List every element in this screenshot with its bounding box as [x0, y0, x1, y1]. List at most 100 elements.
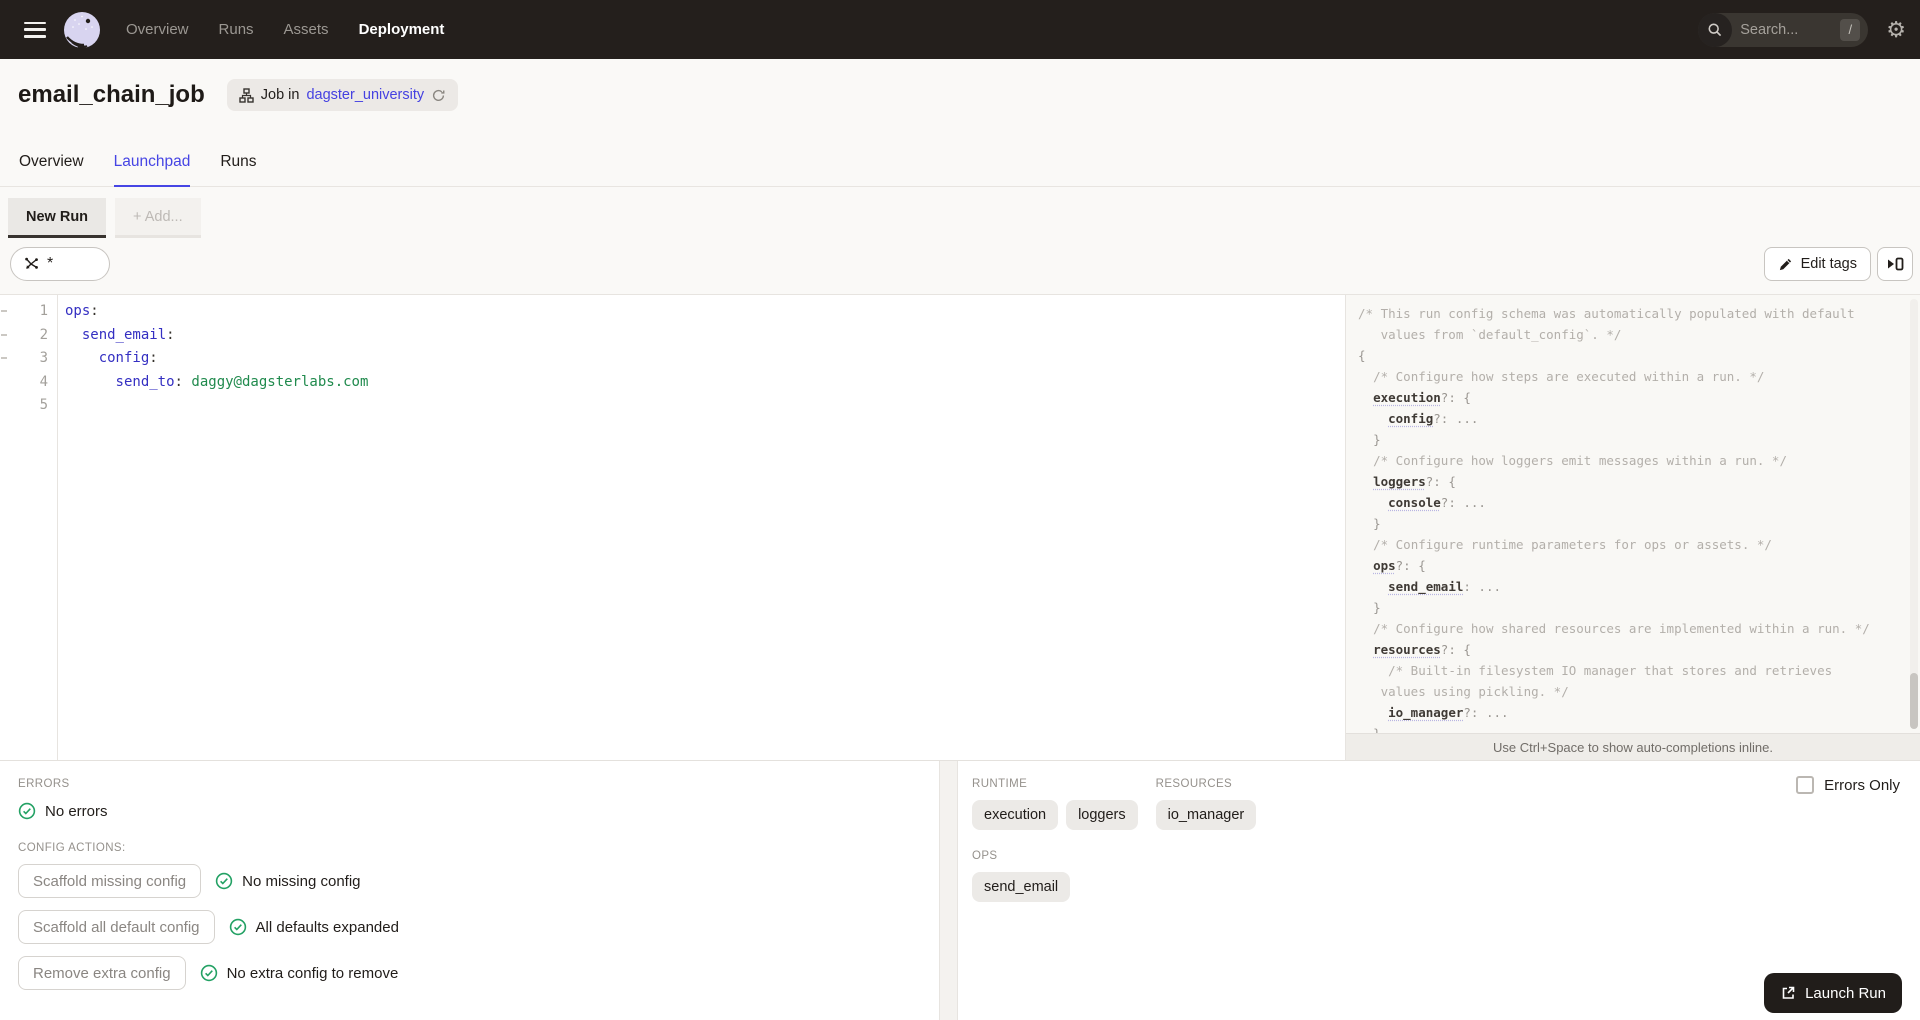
config-schema-panel: /* This run config schema was automatica…: [1345, 294, 1920, 760]
op-selector-input[interactable]: *: [10, 247, 110, 281]
schema-comment: /* Configure how steps are executed with…: [1373, 369, 1765, 384]
chip-loggers[interactable]: loggers: [1066, 800, 1138, 830]
code-token: :: [149, 350, 158, 366]
tab-overview[interactable]: Overview: [19, 147, 84, 187]
schema-scrollbar-track[interactable]: [1910, 299, 1918, 728]
status-text: No extra config to remove: [226, 964, 399, 982]
schema-token: }: [1373, 516, 1381, 531]
chip-row: io_manager: [1155, 800, 1257, 830]
schema-key: ops: [1373, 558, 1396, 573]
check-circle-icon: [229, 918, 247, 936]
scaffold-missing-config-button[interactable]: Scaffold missing config: [18, 864, 202, 898]
status-text: All defaults expanded: [255, 918, 399, 936]
chip-send_email[interactable]: send_email: [972, 872, 1071, 902]
tab-add-session[interactable]: + Add...: [115, 198, 201, 238]
config-actions-label: CONFIG ACTIONS:: [18, 842, 126, 854]
expand-panel-button[interactable]: [1877, 247, 1913, 281]
errors-label: ERRORS: [18, 778, 70, 790]
tab-new-run[interactable]: New Run: [8, 198, 107, 238]
panel-splitter-handle[interactable]: [939, 761, 958, 1020]
schema-token: ?: {: [1425, 474, 1456, 489]
schema-comment: /* Configure how loggers emit messages w…: [1373, 453, 1787, 468]
edit-tags-button[interactable]: Edit tags: [1763, 247, 1871, 281]
bottom-panel: ERRORS No errors CONFIG ACTIONS: Scaffol…: [0, 760, 1920, 1020]
search-input[interactable]: Search... /: [1698, 12, 1869, 47]
schema-line: /* Configure how steps are executed with…: [1358, 366, 1904, 387]
schema-key: console: [1388, 495, 1441, 510]
schema-line: }: [1358, 597, 1904, 618]
repo-link[interactable]: dagster_university: [306, 87, 424, 103]
gear-icon[interactable]: ⚙: [1886, 18, 1906, 41]
search-shortcut-badge: /: [1840, 18, 1861, 41]
line-number: 2: [39, 326, 48, 343]
schema-comment: /* This run config schema was automatica…: [1358, 306, 1855, 321]
schema-line: /* Configure runtime parameters for ops …: [1358, 534, 1904, 555]
errors-and-actions-panel: ERRORS No errors CONFIG ACTIONS: Scaffol…: [0, 761, 939, 1020]
tab-launchpad[interactable]: Launchpad: [113, 147, 191, 187]
chip-execution[interactable]: execution: [972, 800, 1059, 830]
schema-code: /* This run config schema was automatica…: [1358, 303, 1904, 744]
schema-token: ?: {: [1440, 390, 1471, 405]
group-ops: OPS send_email: [972, 850, 1906, 902]
nav-item-overview[interactable]: Overview: [126, 21, 189, 38]
ops-label: OPS: [972, 850, 998, 862]
check-circle-icon: [18, 802, 36, 820]
schema-token: ?: ...: [1440, 495, 1486, 510]
editor-line-numbers: 1 2 3 4 5: [0, 300, 48, 418]
gutter-divider: [57, 295, 58, 760]
schema-line: send_email: ...: [1358, 576, 1904, 597]
schema-token: [1358, 432, 1373, 447]
chip-io_manager[interactable]: io_manager: [1155, 800, 1257, 830]
schema-comment: values from `default_config`. */: [1358, 327, 1622, 342]
config-action-status: No extra config to remove: [200, 964, 399, 982]
chip-row: send_email: [972, 872, 1906, 902]
session-tabs: New Run + Add...: [8, 198, 201, 238]
scaffold-all-default-config-button[interactable]: Scaffold all default config: [18, 910, 215, 944]
schema-scrollbar-thumb[interactable]: [1910, 673, 1918, 729]
config-action-row: Remove extra config No extra config to re…: [18, 956, 921, 990]
config-editor[interactable]: 12345 ops: send_email: config: send_to: dag…: [0, 294, 1345, 760]
launch-run-button[interactable]: Launch Run: [1764, 973, 1902, 1013]
schema-line: values using pickling. */: [1358, 681, 1904, 702]
remove-extra-config-button[interactable]: Remove extra config: [18, 956, 186, 990]
launch-run-label: Launch Run: [1805, 984, 1886, 1002]
line-number: 4: [39, 373, 48, 390]
schema-token: ?: {: [1440, 642, 1471, 657]
schema-token: [1358, 705, 1388, 720]
pencil-icon: [1779, 258, 1791, 270]
schema-line: resources?: {: [1358, 639, 1904, 660]
editor-code[interactable]: ops: send_email: config: send_to: daggy@dag…: [65, 300, 1341, 418]
line-number: 3: [39, 350, 48, 366]
op-selector-icon: [25, 257, 38, 269]
errors-only-label: Errors Only: [1824, 776, 1900, 794]
schema-line: /* Configure how shared resources are im…: [1358, 618, 1904, 639]
hamburger-menu-icon[interactable]: [24, 21, 46, 38]
top-navbar: Overview Runs Assets Deployment Search... /…: [0, 0, 1920, 59]
schema-token: [1358, 663, 1388, 678]
nav-item-runs[interactable]: Runs: [219, 21, 254, 38]
run-scope-panel: RUNTIME execution loggers RESOURCES io_manag…: [958, 761, 1920, 1020]
status-text: No missing config: [242, 872, 361, 890]
nav-item-deployment[interactable]: Deployment: [359, 21, 445, 38]
config-action-row: Scaffold missing config No missing config: [18, 864, 921, 898]
schema-line: /* This run config schema was automatica…: [1358, 303, 1904, 324]
schema-token: [1358, 411, 1388, 426]
reload-icon[interactable]: [431, 88, 446, 103]
schema-key: io_manager: [1388, 705, 1464, 720]
schema-token: [1358, 684, 1381, 699]
dagster-logo-icon[interactable]: [62, 10, 102, 50]
schema-token: [1358, 537, 1373, 552]
editor-line: ops:: [65, 300, 1341, 324]
op-selector-value: *: [47, 255, 54, 272]
nav-item-assets[interactable]: Assets: [284, 21, 329, 38]
schema-line: {: [1358, 345, 1904, 366]
schema-key: execution: [1373, 390, 1441, 405]
schema-token: ?: ...: [1463, 705, 1509, 720]
search-placeholder: Search...: [1740, 21, 1799, 38]
code-token: ops: [65, 303, 91, 319]
errors-only-checkbox[interactable]: [1796, 776, 1815, 794]
editor-line: config:: [65, 347, 1341, 371]
tab-runs[interactable]: Runs: [220, 147, 256, 187]
schema-line: ops?: {: [1358, 555, 1904, 576]
